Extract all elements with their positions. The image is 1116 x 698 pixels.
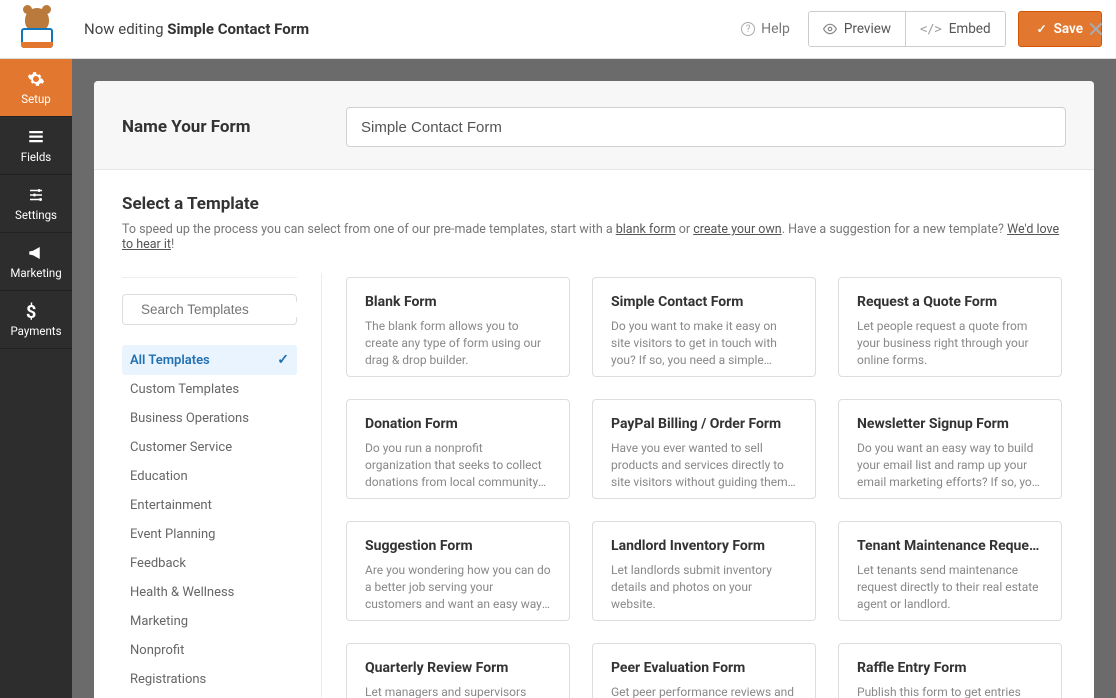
template-card[interactable]: Landlord Inventory Form Let landlords su… bbox=[592, 521, 816, 621]
template-grid: Blank Form The blank form allows you to … bbox=[346, 273, 1066, 698]
template-desc: Do you run a nonprofit organization that… bbox=[365, 440, 551, 490]
category-custom-templates[interactable]: Custom Templates bbox=[122, 375, 297, 404]
template-card[interactable]: Peer Evaluation Form Get peer performanc… bbox=[592, 643, 816, 698]
sidebar-item-payments[interactable]: $ Payments bbox=[0, 291, 72, 349]
embed-label: Embed bbox=[949, 21, 991, 37]
template-desc: Let tenants send maintenance request dir… bbox=[857, 562, 1043, 612]
template-card[interactable]: PayPal Billing / Order Form Have you eve… bbox=[592, 399, 816, 499]
template-desc: Let people request a quote from your bus… bbox=[857, 318, 1043, 368]
left-sidebar: Setup Fields Settings Marketing $ Paymen… bbox=[0, 59, 72, 698]
help-label: Help bbox=[761, 21, 790, 37]
sidebar-label-settings: Settings bbox=[15, 208, 57, 222]
template-desc: Get peer performance reviews and bbox=[611, 684, 797, 698]
sidebar-item-settings[interactable]: Settings bbox=[0, 175, 72, 233]
eye-icon bbox=[823, 22, 837, 36]
template-desc: Have you ever wanted to sell products an… bbox=[611, 440, 797, 490]
category-nonprofit[interactable]: Nonprofit bbox=[122, 636, 297, 665]
gear-icon bbox=[26, 70, 46, 88]
category-feedback[interactable]: Feedback bbox=[122, 549, 297, 578]
panel-body: Select a Template To speed up the proces… bbox=[94, 170, 1094, 698]
template-area: All Templates ✓ Custom Templates Busines… bbox=[122, 272, 1066, 698]
category-health-wellness[interactable]: Health & Wellness bbox=[122, 578, 297, 607]
template-desc: Let landlords submit inventory details a… bbox=[611, 562, 797, 612]
help-icon: ? bbox=[741, 22, 755, 36]
setup-panel: Name Your Form Select a Template To spee… bbox=[94, 81, 1094, 698]
template-title: Quarterly Review Form bbox=[365, 660, 551, 676]
template-title: Request a Quote Form bbox=[857, 294, 1043, 310]
category-all-templates[interactable]: All Templates ✓ bbox=[122, 345, 297, 375]
sliders-icon bbox=[26, 186, 46, 204]
create-your-own-link[interactable]: create your own bbox=[693, 222, 782, 237]
check-icon: ✓ bbox=[277, 352, 289, 368]
template-card[interactable]: Simple Contact Form Do you want to make … bbox=[592, 277, 816, 377]
app-logo bbox=[14, 6, 60, 52]
template-title: Simple Contact Form bbox=[611, 294, 797, 310]
template-title: Newsletter Signup Form bbox=[857, 416, 1043, 432]
template-card[interactable]: Suggestion Form Are you wondering how yo… bbox=[346, 521, 570, 621]
template-desc: Do you want an easy way to build your em… bbox=[857, 440, 1043, 490]
name-your-form-label: Name Your Form bbox=[122, 117, 322, 137]
list-icon bbox=[26, 128, 46, 146]
category-uncategorized[interactable]: Uncategorized bbox=[122, 694, 297, 698]
name-row: Name Your Form bbox=[94, 81, 1094, 170]
template-title: Suggestion Form bbox=[365, 538, 551, 554]
topbar: Now editing Simple Contact Form ? Help P… bbox=[0, 0, 1116, 59]
bullhorn-icon bbox=[26, 244, 46, 262]
sidebar-item-setup[interactable]: Setup bbox=[0, 59, 72, 117]
template-title: PayPal Billing / Order Form bbox=[611, 416, 797, 432]
sidebar-label-marketing: Marketing bbox=[10, 266, 61, 280]
template-title: Landlord Inventory Form bbox=[611, 538, 797, 554]
template-desc: The blank form allows you to create any … bbox=[365, 318, 551, 368]
blank-form-link[interactable]: blank form bbox=[616, 222, 676, 237]
template-card[interactable]: Newsletter Signup Form Do you want an ea… bbox=[838, 399, 1062, 499]
template-card[interactable]: Tenant Maintenance Request Form Let tena… bbox=[838, 521, 1062, 621]
template-desc: Do you want to make it easy on site visi… bbox=[611, 318, 797, 368]
template-desc: Publish this form to get entries and bbox=[857, 684, 1043, 698]
template-card[interactable]: Quarterly Review Form Let managers and s… bbox=[346, 643, 570, 698]
select-template-heading: Select a Template bbox=[122, 194, 1066, 214]
preview-button[interactable]: Preview bbox=[809, 12, 905, 46]
category-list: All Templates ✓ Custom Templates Busines… bbox=[122, 345, 297, 698]
preview-label: Preview bbox=[844, 21, 891, 37]
search-templates-input[interactable] bbox=[141, 302, 318, 317]
template-card[interactable]: Blank Form The blank form allows you to … bbox=[346, 277, 570, 377]
stage: Name Your Form Select a Template To spee… bbox=[72, 59, 1116, 698]
template-desc: Let managers and supervisors submit bbox=[365, 684, 551, 698]
form-title: Simple Contact Form bbox=[167, 20, 309, 38]
template-desc: Are you wondering how you can do a bette… bbox=[365, 562, 551, 612]
category-education[interactable]: Education bbox=[122, 462, 297, 491]
dollar-icon: $ bbox=[26, 302, 46, 320]
form-name-input[interactable] bbox=[346, 107, 1066, 147]
template-title: Peer Evaluation Form bbox=[611, 660, 797, 676]
help-link[interactable]: ? Help bbox=[741, 21, 790, 37]
sidebar-label-payments: Payments bbox=[10, 324, 61, 338]
category-entertainment[interactable]: Entertainment bbox=[122, 491, 297, 520]
now-editing-prefix: Now editing bbox=[84, 20, 167, 38]
embed-icon: </> bbox=[920, 22, 942, 36]
sidebar-item-fields[interactable]: Fields bbox=[0, 117, 72, 175]
template-title: Tenant Maintenance Request Form bbox=[857, 538, 1043, 554]
template-card[interactable]: Request a Quote Form Let people request … bbox=[838, 277, 1062, 377]
sidebar-label-setup: Setup bbox=[21, 92, 51, 106]
template-title: Raffle Entry Form bbox=[857, 660, 1043, 676]
sidebar-label-fields: Fields bbox=[21, 150, 51, 164]
template-card[interactable]: Raffle Entry Form Publish this form to g… bbox=[838, 643, 1062, 698]
category-marketing[interactable]: Marketing bbox=[122, 607, 297, 636]
check-icon: ✓ bbox=[1037, 22, 1047, 36]
template-title: Donation Form bbox=[365, 416, 551, 432]
close-button[interactable]: ✕ bbox=[1076, 18, 1116, 43]
template-card[interactable]: Donation Form Do you run a nonprofit org… bbox=[346, 399, 570, 499]
search-templates-wrap[interactable] bbox=[122, 294, 297, 325]
template-helper-text: To speed up the process you can select f… bbox=[122, 222, 1066, 252]
category-customer-service[interactable]: Customer Service bbox=[122, 433, 297, 462]
sidebar-item-marketing[interactable]: Marketing bbox=[0, 233, 72, 291]
category-business-operations[interactable]: Business Operations bbox=[122, 404, 297, 433]
category-registrations[interactable]: Registrations bbox=[122, 665, 297, 694]
now-editing-label: Now editing Simple Contact Form bbox=[84, 20, 309, 38]
template-sidebar: All Templates ✓ Custom Templates Busines… bbox=[122, 273, 322, 698]
embed-button[interactable]: </> Embed bbox=[905, 12, 1005, 46]
template-title: Blank Form bbox=[365, 294, 551, 310]
category-event-planning[interactable]: Event Planning bbox=[122, 520, 297, 549]
preview-embed-group: Preview </> Embed bbox=[808, 11, 1006, 47]
